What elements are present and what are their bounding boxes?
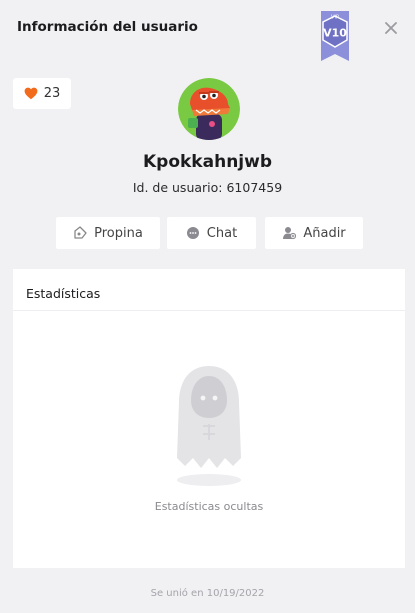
vip-level-badge-icon: VIP V10 — [321, 11, 349, 61]
add-user-icon — [283, 227, 297, 240]
chat-button[interactable]: Chat — [167, 217, 256, 249]
close-button[interactable] — [381, 18, 401, 38]
stats-title: Estadísticas — [26, 286, 101, 301]
joined-date: Se unió en 10/19/2022 — [150, 588, 265, 599]
divider — [13, 310, 405, 311]
stats-card: Estadísticas Estadísticas ocultas — [13, 269, 405, 568]
avatar[interactable] — [178, 78, 240, 140]
header: Información del usuario VIP V10 — [0, 0, 415, 61]
vip-level-text: V10 — [323, 27, 347, 40]
stats-hidden-label: Estadísticas ocultas — [154, 500, 264, 513]
tip-button[interactable]: Propina — [56, 217, 160, 249]
add-user-button-label: Añadir — [303, 225, 346, 241]
close-icon — [385, 22, 397, 34]
add-user-button[interactable]: Añadir — [265, 217, 363, 249]
likes-chip[interactable]: 23 — [13, 78, 71, 109]
username: Kpokkahnjwb — [142, 152, 272, 172]
chat-button-label: Chat — [206, 225, 238, 241]
crocodile-avatar-icon — [178, 78, 240, 140]
ticket-icon — [74, 226, 87, 239]
chat-bubble-icon — [186, 227, 199, 239]
ghost-icon — [177, 366, 241, 486]
tip-button-label: Propina — [94, 225, 143, 241]
heart-icon — [24, 87, 38, 100]
user-id: Id. de usuario: 6107459 — [132, 180, 283, 195]
page-title: Información del usuario — [17, 19, 198, 35]
action-bar: Propina Chat Añadir — [56, 217, 363, 249]
svg-text:VIP: VIP — [331, 15, 339, 21]
likes-count: 23 — [43, 86, 61, 101]
